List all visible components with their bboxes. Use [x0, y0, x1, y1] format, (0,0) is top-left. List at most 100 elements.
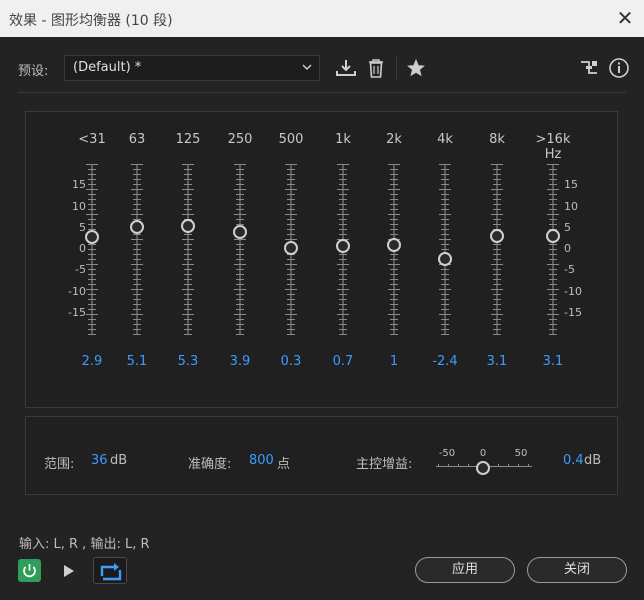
- star-icon[interactable]: [405, 57, 427, 79]
- band-slider-tick: [337, 189, 349, 190]
- band-slider-tick: [388, 214, 400, 215]
- band-slider-tick: [88, 169, 96, 170]
- band-slider-tick: [339, 174, 347, 175]
- band-gain-value[interactable]: 2.9: [67, 354, 117, 369]
- band-slider-tick: [236, 279, 244, 280]
- band-slider-tick: [287, 279, 295, 280]
- band-gain-value[interactable]: -2.4: [420, 354, 470, 369]
- play-icon[interactable]: [58, 561, 78, 581]
- band-slider-tick: [133, 269, 141, 270]
- apply-button[interactable]: 应用: [415, 557, 515, 583]
- band-slider-tick: [493, 309, 501, 310]
- band-slider-track[interactable]: [437, 164, 453, 335]
- master-gain-slider[interactable]: -50 0 50: [436, 447, 532, 477]
- loop-toggle[interactable]: [93, 557, 127, 584]
- band-slider-tick: [493, 169, 501, 170]
- band-slider-tick: [549, 184, 557, 185]
- band-slider-tick: [493, 209, 501, 210]
- band-slider-track[interactable]: [180, 164, 196, 335]
- band-slider-tick: [390, 309, 398, 310]
- band-slider-tick: [184, 304, 192, 305]
- band-gain-value[interactable]: 3.9: [215, 354, 265, 369]
- master-gain-tick: [528, 464, 529, 467]
- band-slider-tick: [339, 259, 347, 260]
- trash-icon[interactable]: [365, 57, 387, 79]
- band-slider-tick: [184, 204, 192, 205]
- band-slider-tick: [182, 189, 194, 190]
- db-scale-right-label: -15: [564, 305, 582, 319]
- download-icon[interactable]: [335, 57, 357, 79]
- band-slider-tick: [236, 309, 244, 310]
- band-gain-value[interactable]: 0.3: [266, 354, 316, 369]
- band-slider-tick: [184, 329, 192, 330]
- band-slider-tick: [88, 284, 96, 285]
- band-slider-knob[interactable]: [284, 240, 298, 255]
- toolbar-separator: [396, 56, 397, 80]
- close-window-button[interactable]: ✕: [608, 2, 642, 34]
- band-slider-knob[interactable]: [546, 228, 560, 243]
- band-slider-tick: [390, 209, 398, 210]
- band-slider-tick: [133, 199, 141, 200]
- close-button[interactable]: 关闭: [527, 557, 627, 583]
- band-slider-tick: [133, 259, 141, 260]
- band-slider-knob[interactable]: [387, 237, 401, 252]
- band-slider-knob[interactable]: [490, 228, 504, 243]
- band-slider-tick: [491, 264, 503, 265]
- master-gain-knob[interactable]: [476, 461, 490, 475]
- band-slider-tick: [88, 249, 96, 250]
- band-slider-track[interactable]: [129, 164, 145, 335]
- band-slider-tick: [236, 244, 244, 245]
- band-slider-tick: [234, 264, 246, 265]
- band-gain-value[interactable]: 1: [369, 354, 419, 369]
- band-slider-tick: [287, 174, 295, 175]
- band-slider-tick: [287, 284, 295, 285]
- band-slider-tick: [441, 274, 449, 275]
- preset-dropdown[interactable]: (Default) *: [64, 55, 320, 81]
- band-gain-value[interactable]: 5.1: [112, 354, 162, 369]
- band-slider-tick: [339, 184, 347, 185]
- band-slider-tick: [88, 184, 96, 185]
- band-gain-value[interactable]: 5.3: [163, 354, 213, 369]
- range-value[interactable]: 36: [91, 453, 108, 468]
- power-toggle[interactable]: [18, 559, 41, 582]
- band-slider-tick: [493, 294, 501, 295]
- band-slider-track[interactable]: [545, 164, 561, 335]
- band-slider-tick: [339, 169, 347, 170]
- band-slider-tick: [441, 324, 449, 325]
- band-slider-track[interactable]: [232, 164, 248, 335]
- band-gain-value[interactable]: 3.1: [528, 354, 578, 369]
- accuracy-value[interactable]: 800: [249, 453, 274, 468]
- db-scale-left-label: 10: [72, 199, 86, 213]
- band-slider-track[interactable]: [489, 164, 505, 335]
- band-slider-tick: [184, 169, 192, 170]
- band-slider-tick: [133, 284, 141, 285]
- band-slider-tick: [236, 294, 244, 295]
- master-gain-value[interactable]: 0.4: [563, 453, 584, 468]
- band-slider-knob[interactable]: [85, 229, 99, 244]
- band-slider-tick: [88, 199, 96, 200]
- band-slider-tick: [390, 259, 398, 260]
- band-slider-tick: [549, 294, 557, 295]
- band-slider-tick: [549, 204, 557, 205]
- band-gain-value[interactable]: 3.1: [472, 354, 522, 369]
- band-slider-tick: [549, 309, 557, 310]
- band-gain-value[interactable]: 0.7: [318, 354, 368, 369]
- db-scale-right-label: -10: [564, 284, 582, 298]
- band-slider-tick: [493, 179, 501, 180]
- info-icon[interactable]: [608, 57, 630, 79]
- band-slider-tick: [133, 254, 141, 255]
- band-slider-tick: [236, 274, 244, 275]
- preset-label: 预设:: [18, 64, 49, 79]
- band-frequency-label: >16k Hz: [535, 132, 571, 162]
- band-slider-tick: [390, 179, 398, 180]
- band-slider-tick: [493, 269, 501, 270]
- band-slider-tick: [287, 184, 295, 185]
- band-slider-tick: [390, 184, 398, 185]
- band-slider-track[interactable]: [84, 164, 100, 335]
- band-slider-knob[interactable]: [336, 239, 350, 254]
- band-slider-tick: [88, 324, 96, 325]
- band-slider-tick: [491, 289, 503, 290]
- band-slider-tick: [88, 254, 96, 255]
- band-slider-tick: [86, 289, 98, 290]
- routing-icon[interactable]: [578, 57, 600, 79]
